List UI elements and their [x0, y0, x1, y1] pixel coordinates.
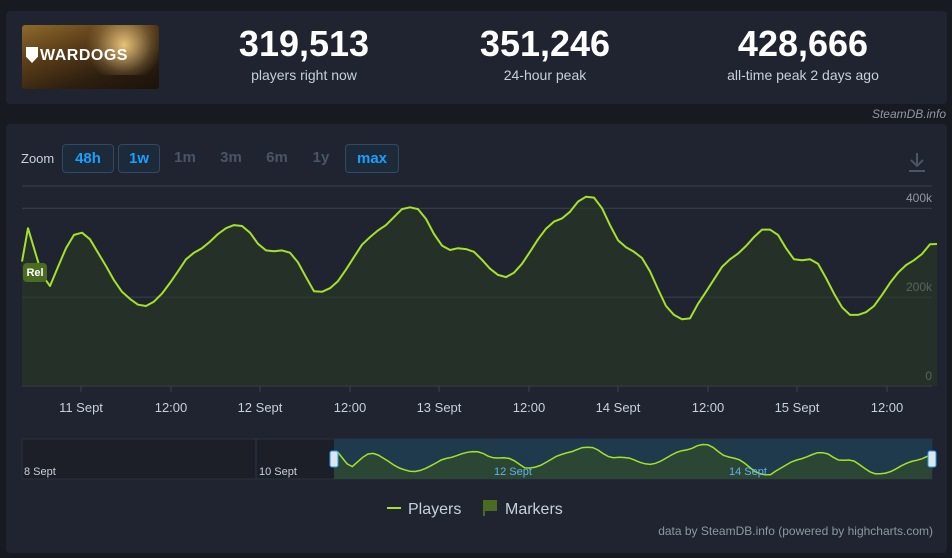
navigator-handle[interactable]: [329, 450, 339, 468]
navigator-label: 14 Sept: [729, 466, 767, 478]
legend-markers-label[interactable]: Markers: [505, 501, 563, 518]
x-tick-label: 11 Sept: [59, 400, 103, 415]
x-tick-label: 12:00: [513, 400, 546, 415]
navigator-label: 8 Sept: [24, 466, 56, 478]
navigator-handle[interactable]: [927, 450, 937, 468]
player-count-chart[interactable]: 0200k400kRel11 Sept12:0012 Sept12:0013 S…: [0, 0, 952, 558]
y-tick-label: 400k: [906, 191, 933, 205]
x-tick-label: 14 Sept: [596, 400, 641, 415]
players-area: [22, 196, 937, 386]
x-tick-label: 12:00: [692, 400, 725, 415]
x-tick-label: 12:00: [871, 400, 904, 415]
legend-markers-swatch: [483, 500, 497, 511]
legend-players-label[interactable]: Players: [408, 501, 461, 518]
x-tick-label: 13 Sept: [417, 400, 462, 415]
x-tick-label: 12:00: [334, 400, 367, 415]
x-tick-label: 12 Sept: [238, 400, 283, 415]
navigator-label: 12 Sept: [494, 466, 532, 478]
navigator-label: 10 Sept: [259, 466, 297, 478]
x-tick-label: 15 Sept: [775, 400, 820, 415]
x-tick-label: 12:00: [155, 400, 188, 415]
release-marker-label: Rel: [26, 267, 43, 279]
